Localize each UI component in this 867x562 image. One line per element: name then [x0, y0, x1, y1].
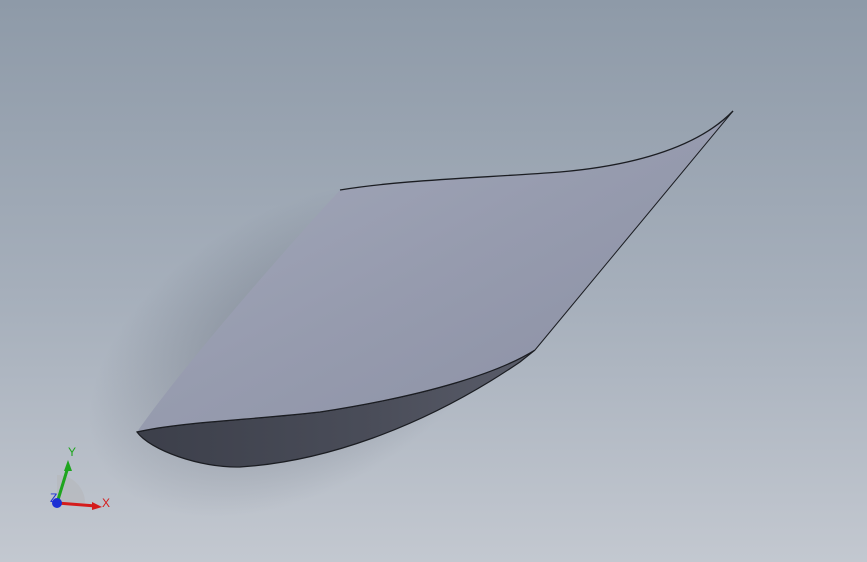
x-axis-arrow-icon	[92, 502, 102, 510]
airfoil-model[interactable]	[0, 0, 867, 562]
reference-triad: Y X Z	[40, 440, 120, 520]
z-axis-label: Z	[50, 491, 57, 505]
y-axis-label: Y	[68, 445, 76, 459]
graphics-viewport[interactable]: Y X Z	[0, 0, 867, 562]
x-axis-line	[56, 501, 97, 508]
x-axis-label: X	[102, 496, 110, 510]
y-axis-arrow-icon	[64, 460, 72, 471]
